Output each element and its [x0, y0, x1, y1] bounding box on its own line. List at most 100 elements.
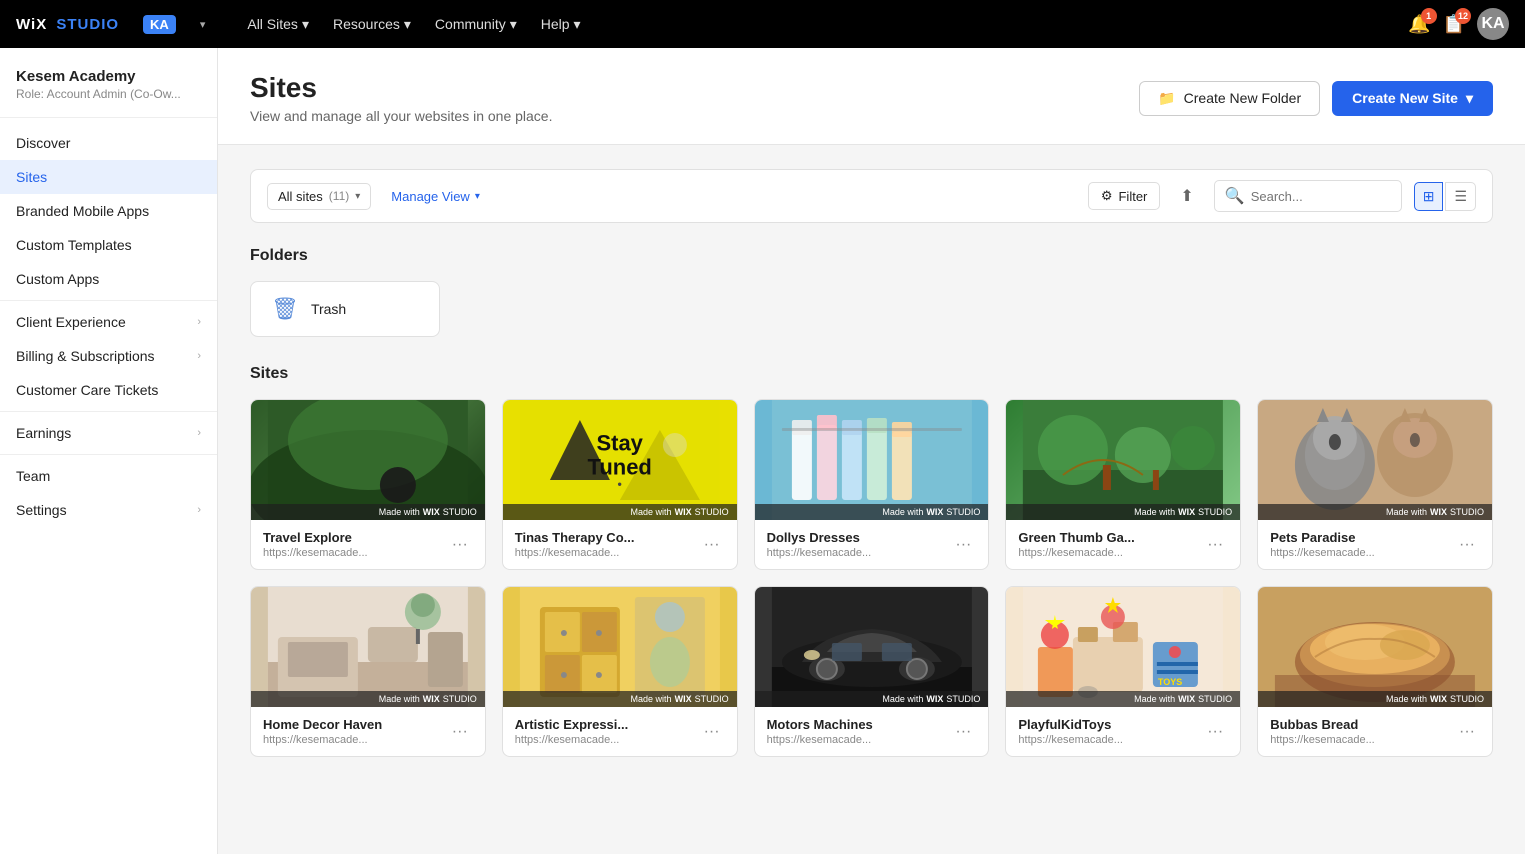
messages-button[interactable]: 📋 12	[1443, 14, 1465, 35]
site-menu-button-9[interactable]: ···	[1454, 719, 1480, 745]
sites-grid: Made with WIXSTUDIO Travel Explore https…	[250, 399, 1493, 757]
site-url-1: https://kesemacade...	[515, 547, 635, 559]
list-view-button[interactable]: ☰	[1445, 182, 1476, 211]
site-info-1: Tinas Therapy Co... https://kesemacade..…	[503, 520, 737, 569]
account-name: Kesem Academy	[16, 68, 201, 85]
nav-all-sites[interactable]: All Sites ▾	[237, 10, 319, 39]
sidebar-item-branded-mobile-apps[interactable]: Branded Mobile Apps	[0, 194, 217, 228]
site-thumb-home-decor: Made with WIXSTUDIO	[251, 587, 485, 707]
header-left: Sites View and manage all your websites …	[250, 72, 552, 124]
sidebar-item-client-experience[interactable]: Client Experience ›	[0, 305, 217, 339]
account-role: Role: Account Admin (Co-Ow...	[16, 87, 201, 101]
top-nav-right: 🔔 1 📋 12 KA	[1408, 8, 1509, 40]
site-name-8: PlayfulKidToys	[1018, 717, 1123, 732]
toolbar: All sites (11) ▾ Manage View ▾ ⚙ Filter …	[250, 169, 1493, 223]
page-subtitle: View and manage all your websites in one…	[250, 108, 552, 124]
upload-button[interactable]: ⬆	[1172, 182, 1201, 210]
site-card-artistic[interactable]: Made with WIXSTUDIO Artistic Expressi...…	[502, 586, 738, 757]
sidebar-item-team[interactable]: Team	[0, 459, 217, 493]
site-info-6: Artistic Expressi... https://kesemacade.…	[503, 707, 737, 756]
folder-trash[interactable]: 🗑 Trash	[250, 281, 440, 337]
site-info-9: Bubbas Bread https://kesemacade... ···	[1258, 707, 1492, 756]
search-icon: 🔍	[1225, 186, 1245, 206]
site-name-5: Home Decor Haven	[263, 717, 382, 732]
sidebar-item-discover[interactable]: Discover	[0, 126, 217, 160]
site-menu-button-5[interactable]: ···	[447, 719, 473, 745]
search-input[interactable]	[1251, 189, 1391, 204]
sidebar-item-billing[interactable]: Billing & Subscriptions ›	[0, 339, 217, 373]
site-card-green-thumb[interactable]: Made with WIXSTUDIO Green Thumb Ga... ht…	[1005, 399, 1241, 570]
site-card-bubbas-bread[interactable]: Made with WIXSTUDIO Bubbas Bread https:/…	[1257, 586, 1493, 757]
content-area: Sites View and manage all your websites …	[218, 48, 1525, 854]
site-thumb-artistic: Made with WIXSTUDIO	[503, 587, 737, 707]
filter-icon: ⚙	[1101, 188, 1113, 204]
site-menu-button-0[interactable]: ···	[447, 532, 473, 558]
sidebar-item-settings[interactable]: Settings ›	[0, 493, 217, 527]
sidebar-item-sites[interactable]: Sites	[0, 160, 217, 194]
grid-view-button[interactable]: ⊞	[1414, 182, 1444, 211]
site-thumb-motors-machines: Made with WIXSTUDIO	[755, 587, 989, 707]
site-card-dollys-dresses[interactable]: Made with WIXSTUDIO Dollys Dresses https…	[754, 399, 990, 570]
folder-trash-name: Trash	[311, 301, 346, 317]
folder-icon: 📁	[1158, 90, 1175, 107]
resources-chevron-icon: ▾	[404, 16, 411, 33]
site-thumb-playfulkidtoys: TOYS Made with WIXSTUDIO	[1006, 587, 1240, 707]
site-thumb-pets-paradise: Made with WIXSTUDIO	[1258, 400, 1492, 520]
create-folder-button[interactable]: 📁 Create New Folder	[1139, 81, 1320, 116]
site-thumb-travel-explore: Made with WIXSTUDIO	[251, 400, 485, 520]
wix-label-2: Made with WIXSTUDIO	[755, 504, 989, 520]
nav-resources[interactable]: Resources ▾	[323, 10, 421, 39]
manage-view-button[interactable]: Manage View ▾	[383, 184, 488, 209]
site-card-travel-explore[interactable]: Made with WIXSTUDIO Travel Explore https…	[250, 399, 486, 570]
site-thumb-tinas-therapy: StayTuned ● Made with WIXSTUDIO	[503, 400, 737, 520]
svg-text:TOYS: TOYS	[1158, 677, 1182, 687]
nav-help[interactable]: Help ▾	[531, 10, 591, 39]
sites-filter-dropdown[interactable]: All sites (11) ▾	[267, 183, 371, 210]
notifications-button[interactable]: 🔔 1	[1408, 14, 1430, 35]
user-avatar[interactable]: KA	[1477, 8, 1509, 40]
sidebar-item-earnings[interactable]: Earnings ›	[0, 416, 217, 450]
site-url-0: https://kesemacade...	[263, 547, 368, 559]
site-url-5: https://kesemacade...	[263, 734, 382, 746]
logo: WiX STUDIO	[16, 16, 119, 33]
site-name-6: Artistic Expressi...	[515, 717, 628, 732]
site-url-8: https://kesemacade...	[1018, 734, 1123, 746]
site-url-2: https://kesemacade...	[767, 547, 872, 559]
account-badge[interactable]: KA	[143, 15, 176, 34]
site-thumb-bubbas-bread: Made with WIXSTUDIO	[1258, 587, 1492, 707]
site-menu-button-8[interactable]: ···	[1202, 719, 1228, 745]
nav-community[interactable]: Community ▾	[425, 10, 527, 39]
sidebar-account: Kesem Academy Role: Account Admin (Co-Ow…	[0, 48, 217, 118]
account-chevron-icon[interactable]: ▾	[200, 18, 206, 31]
all-sites-chevron-icon: ▾	[302, 16, 309, 33]
site-card-motors-machines[interactable]: Made with WIXSTUDIO Motors Machines http…	[754, 586, 990, 757]
site-card-tinas-therapy[interactable]: StayTuned ● Made with WIXSTUDIO Tinas Th…	[502, 399, 738, 570]
site-card-pets-paradise[interactable]: Made with WIXSTUDIO Pets Paradise https:…	[1257, 399, 1493, 570]
site-info-3: Green Thumb Ga... https://kesemacade... …	[1006, 520, 1240, 569]
filter-button[interactable]: ⚙ Filter	[1088, 182, 1161, 210]
help-chevron-icon: ▾	[574, 16, 581, 33]
site-menu-button-3[interactable]: ···	[1202, 532, 1228, 558]
search-box: 🔍	[1214, 180, 1402, 212]
site-card-playfulkidtoys[interactable]: TOYS Made with WIXSTUDIO	[1005, 586, 1241, 757]
site-menu-button-6[interactable]: ···	[699, 719, 725, 745]
create-site-button[interactable]: Create New Site ▾	[1332, 81, 1493, 116]
site-menu-button-7[interactable]: ···	[950, 719, 976, 745]
site-menu-button-1[interactable]: ···	[699, 532, 725, 558]
site-thumb-dollys-dresses: Made with WIXSTUDIO	[755, 400, 989, 520]
filter-dropdown-chevron-icon: ▾	[355, 191, 360, 202]
site-url-4: https://kesemacade...	[1270, 547, 1375, 559]
site-card-home-decor[interactable]: Made with WIXSTUDIO Home Decor Haven htt…	[250, 586, 486, 757]
billing-chevron-icon: ›	[197, 350, 201, 362]
sidebar-item-custom-templates[interactable]: Custom Templates	[0, 228, 217, 262]
site-menu-button-2[interactable]: ···	[950, 532, 976, 558]
sidebar-item-customer-care[interactable]: Customer Care Tickets	[0, 373, 217, 407]
sidebar-nav: Discover Sites Branded Mobile Apps Custo…	[0, 118, 217, 535]
sites-section: Sites	[250, 365, 1493, 757]
site-info-5: Home Decor Haven https://kesemacade... ·…	[251, 707, 485, 756]
folders-section: Folders 🗑 Trash	[250, 247, 1493, 337]
wix-label-6: Made with WIXSTUDIO	[503, 691, 737, 707]
site-menu-button-4[interactable]: ···	[1454, 532, 1480, 558]
wix-label-9: Made with WIXSTUDIO	[1258, 691, 1492, 707]
sidebar-item-custom-apps[interactable]: Custom Apps	[0, 262, 217, 296]
